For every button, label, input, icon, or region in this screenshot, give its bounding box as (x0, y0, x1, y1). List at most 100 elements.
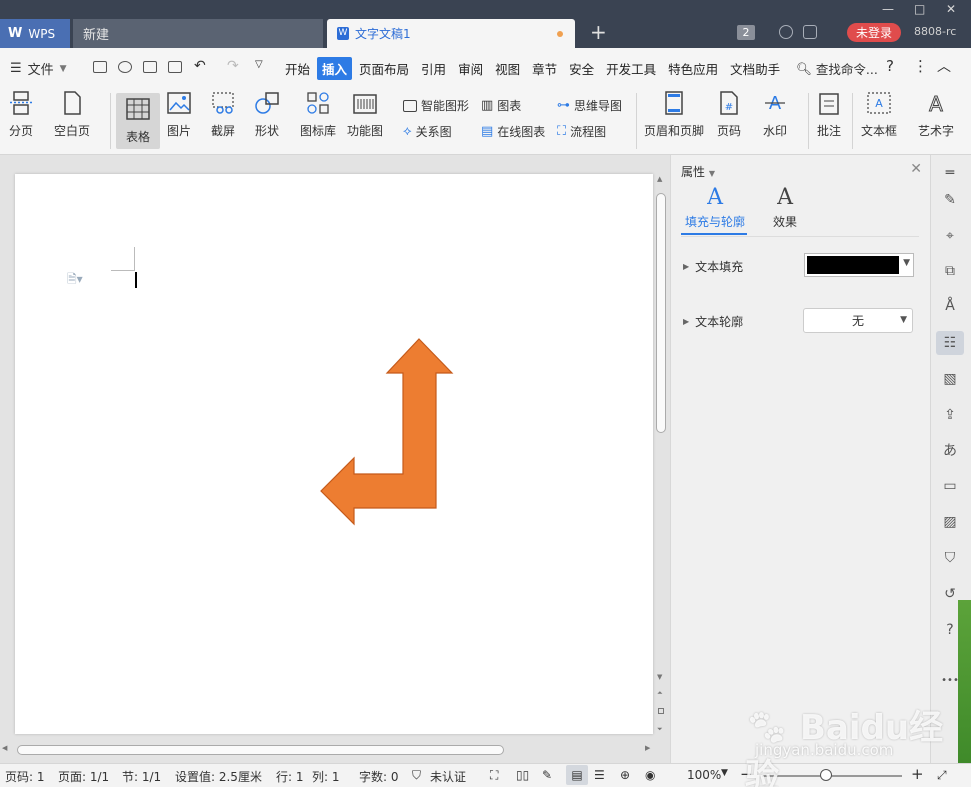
online-chart-button[interactable]: ▤ 在线图表 (481, 123, 545, 140)
scroll-left-icon[interactable]: ◀ (2, 744, 7, 752)
collapse-ribbon-icon[interactable]: ︿ (937, 56, 951, 76)
function-chart-button[interactable]: 功能图 (347, 91, 383, 139)
comment-button[interactable]: 批注 (816, 91, 842, 139)
archive-icon[interactable]: ▭ (940, 476, 960, 496)
cursor-select-icon[interactable]: ⌖ (940, 226, 960, 246)
select-browse-icon[interactable] (658, 708, 664, 714)
search-command[interactable]: 🔍︎ 查找命令... (796, 59, 878, 78)
redo-icon[interactable]: ↷ (227, 58, 239, 74)
relation-chart-button[interactable]: ⟡ 关系图 (403, 123, 452, 140)
status-page-number[interactable]: 页码: 1 (5, 768, 45, 785)
tab-new[interactable]: 新建 (73, 19, 323, 48)
scroll-right-icon[interactable]: ▶ (645, 744, 650, 752)
status-cert[interactable]: 未认证 (430, 768, 466, 785)
screenshot-button[interactable]: 截屏 (210, 91, 236, 139)
tab-features[interactable]: 特色应用 (663, 57, 723, 80)
horizontal-scroll-thumb[interactable] (17, 745, 504, 755)
history-icon[interactable]: ↺ (940, 584, 960, 604)
scroll-up-icon[interactable]: ▲ (657, 175, 662, 183)
login-button[interactable]: 未登录 (847, 23, 901, 42)
print-preview-icon[interactable] (168, 61, 182, 73)
bent-arrow-icon[interactable] (320, 338, 454, 526)
outline-view-icon[interactable]: ☰ (594, 768, 605, 782)
web-view-icon[interactable]: ⊕ (620, 768, 630, 782)
text-outline-select[interactable]: 无 ▼ (803, 308, 913, 333)
print-icon[interactable] (143, 61, 157, 73)
page-view-icon[interactable]: ▤ (566, 765, 588, 785)
status-page-total[interactable]: 页面: 1/1 (58, 768, 109, 785)
tab-reference[interactable]: 引用 (416, 57, 451, 80)
picture-icon[interactable]: ▨ (940, 512, 960, 532)
read-mode-icon[interactable]: ▯▯ (516, 768, 529, 782)
tab-document[interactable]: W 文字文稿1 (327, 19, 575, 48)
tab-wps-home[interactable]: W WPS (0, 19, 70, 48)
text-outline-row[interactable]: ▶ 文本轮廓 (683, 313, 743, 330)
format-painter-icon[interactable] (118, 61, 132, 73)
smart-shape-button[interactable]: 智能图形 (403, 97, 469, 114)
tab-chapter[interactable]: 章节 (527, 57, 562, 80)
shapes-icon[interactable]: ⧉ (940, 261, 960, 281)
watermark-button[interactable]: A 水印 (762, 91, 788, 139)
status-setting[interactable]: 设置值: 2.5厘米 (175, 768, 262, 785)
properties-settings-icon[interactable]: ☷ (936, 331, 964, 355)
more-icon[interactable]: ⋮ (913, 57, 928, 75)
skin-icon[interactable] (779, 25, 793, 39)
turn-arrow-shape[interactable] (315, 334, 455, 529)
help-circle-icon[interactable]: ? (940, 620, 960, 640)
properties-title[interactable]: 属性 ▼ (681, 163, 715, 180)
share-icon[interactable]: ⇪ (940, 405, 960, 425)
status-word-count[interactable]: 字数: 0 (359, 768, 399, 785)
header-footer-button[interactable]: 页眉和页脚 (644, 91, 704, 139)
status-section[interactable]: 节: 1/1 (122, 768, 161, 785)
page-number-button[interactable]: # 页码 (716, 91, 742, 139)
write-mode-icon[interactable]: ✎ (542, 768, 552, 782)
save-icon[interactable] (93, 61, 107, 73)
shield-icon[interactable]: ⛉ (940, 548, 960, 568)
eye-protect-icon[interactable]: ◉ (645, 768, 655, 782)
tab-fill-outline[interactable]: A 填充与轮廓 (685, 185, 745, 230)
shape-button[interactable]: 形状 (254, 91, 280, 139)
new-tab-button[interactable]: + (590, 20, 607, 44)
tab-security[interactable]: 安全 (564, 57, 599, 80)
icon-library-button[interactable]: 图标库 (300, 91, 336, 139)
minimize-icon[interactable]: — (882, 2, 894, 16)
chart-button[interactable]: ▥ 图表 (481, 97, 521, 114)
close-icon[interactable]: ✕ (946, 2, 956, 16)
tab-developer[interactable]: 开发工具 (601, 57, 661, 80)
vertical-scrollbar[interactable]: ▲ ▼ ⏶ ⏷ (656, 175, 666, 745)
page-break-button[interactable]: 分页 (8, 91, 34, 139)
text-box-button[interactable]: A 文本框 (861, 91, 897, 139)
tab-insert[interactable]: 插入 (317, 57, 353, 80)
tab-page-layout[interactable]: 页面布局 (354, 57, 414, 80)
undo-icon[interactable]: ↶ (194, 58, 206, 74)
table-button[interactable]: 表格 (116, 93, 160, 149)
image-gallery-icon[interactable]: ▧ (940, 369, 960, 389)
paragraph-icon[interactable]: 🗎︎▾ (67, 270, 83, 291)
pen-icon[interactable]: ✎ (940, 190, 960, 210)
tab-start[interactable]: 开始 (280, 57, 315, 80)
text-fill-row[interactable]: ▶ 文本填充 (683, 258, 743, 275)
word-art-button[interactable]: A 艺术字 (918, 91, 954, 139)
flowchart-button[interactable]: ⛶ 流程图 (557, 123, 606, 140)
text-fill-color-select[interactable]: ▼ (804, 253, 914, 277)
prev-page-icon[interactable]: ⏶ (657, 689, 663, 698)
close-panel-icon[interactable]: ✕ (910, 161, 922, 177)
customize-chevron-icon[interactable]: ▽ (255, 59, 263, 70)
status-row[interactable]: 行: 1 (276, 768, 304, 785)
blank-page-button[interactable]: 空白页 (54, 91, 90, 139)
scroll-down-icon[interactable]: ▼ (657, 673, 662, 681)
more-dots-icon[interactable]: ••• (940, 670, 960, 690)
status-col[interactable]: 列: 1 (312, 768, 340, 785)
maximize-icon[interactable]: □ (914, 2, 925, 16)
zoom-chevron-icon[interactable]: ▼ (721, 768, 728, 778)
tab-review[interactable]: 审阅 (453, 57, 488, 80)
text-style-icon[interactable]: Å (940, 296, 960, 316)
horizontal-scrollbar[interactable]: ◀ ▶ (0, 744, 670, 756)
help-icon[interactable]: ? (886, 57, 894, 75)
window-count-badge[interactable]: 2 (737, 25, 755, 40)
translate-icon[interactable]: あ (940, 440, 960, 460)
tab-view[interactable]: 视图 (490, 57, 525, 80)
file-menu[interactable]: ☰ 文件 ▼ (10, 59, 67, 78)
fullscreen-icon[interactable]: ⛶ (490, 768, 498, 783)
tab-doc-assistant[interactable]: 文档助手 (725, 57, 785, 80)
